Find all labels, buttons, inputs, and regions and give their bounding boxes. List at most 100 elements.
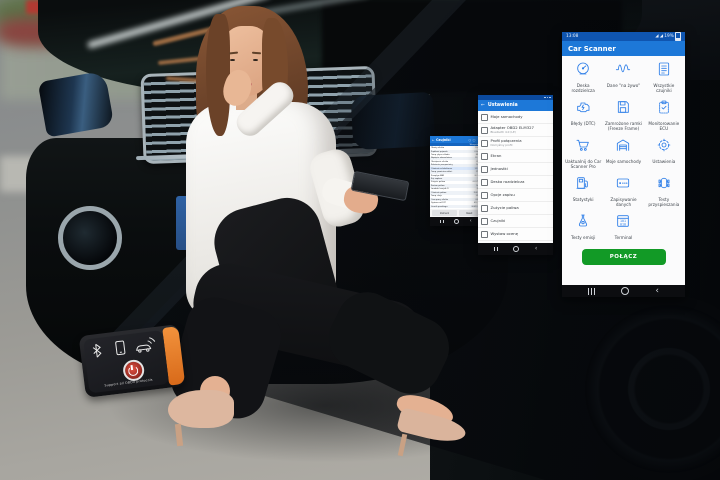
adapter-icon xyxy=(481,127,488,134)
home-icon[interactable] xyxy=(454,219,459,224)
tile-label: Statystyki xyxy=(571,197,595,202)
settings-item-record[interactable]: Opcje zapisu xyxy=(478,189,553,202)
tile-sensor-list[interactable]: Wszystkie czujniki xyxy=(644,61,684,93)
display-icon[interactable]: ▢ xyxy=(473,138,476,142)
tile-emission[interactable]: Testy emisji xyxy=(563,213,603,240)
sensor-name: Przepływ MAF xyxy=(431,175,444,177)
settings-screen: ← Ustawienia Moje samochodyAdapter OBD2 … xyxy=(478,95,553,255)
fuel-pump-icon xyxy=(575,175,591,195)
tile-label: Dane "na żywo" xyxy=(605,83,641,88)
settings-item-sensor[interactable]: Czujniki xyxy=(478,215,553,228)
sensor-row[interactable]: Licznik przebiegu86420 km xyxy=(430,205,482,208)
units-icon xyxy=(481,166,488,173)
bluetooth-icon: ◢ xyxy=(655,34,658,39)
sensor-name: Temp. płynu chłodn. xyxy=(431,154,450,156)
app-bar: Car Scanner xyxy=(562,41,685,56)
reset-button[interactable]: Reset xyxy=(459,210,480,216)
garage-icon xyxy=(481,114,488,121)
tile-cart[interactable]: Uaktualnij do Car Scanner Pro xyxy=(563,137,603,169)
settings-item-adapter[interactable]: Adapter OBD2 ELM327Bluetooth 4.0 (LE) xyxy=(478,124,553,137)
settings-item-units[interactable]: Jednostki xyxy=(478,163,553,176)
tile-gear[interactable]: Ustawienia xyxy=(644,137,684,169)
headlight-left xyxy=(38,71,115,138)
sensors-header: ← Czujniki ○ ▢ ⋮ xyxy=(430,136,482,143)
freeze-frame-icon xyxy=(615,99,631,119)
cart-icon xyxy=(575,137,591,157)
status-dot xyxy=(549,97,551,99)
car-icon xyxy=(481,140,488,147)
car-signal-icon xyxy=(135,337,155,352)
sensors-screen: ← Czujniki ○ ▢ ⋮ Wszystkie Obroty silnik… xyxy=(430,136,482,226)
settings-item-label: Moje samochody xyxy=(491,115,523,119)
settings-item-subtitle: Bluetooth 4.0 (LE) xyxy=(491,131,534,134)
tile-label: Testy przyspieszania xyxy=(644,197,684,208)
tile-label: Moje samochody xyxy=(604,159,642,164)
tile-label: Testy emisji xyxy=(569,235,596,240)
signal-icon: ◢ xyxy=(660,34,663,39)
back-icon[interactable]: ‹ xyxy=(535,247,537,251)
back-icon[interactable]: ‹ xyxy=(470,220,472,223)
sensor-name: Obciążenie silnika xyxy=(431,161,448,163)
feature-grid: Deska rozdzielczaDane "na żywo"Wszystkie… xyxy=(562,56,685,240)
ecu-monitor-icon xyxy=(656,99,672,119)
sensor-name: Czas pracy silnika xyxy=(431,199,448,201)
settings-item-label: Wystaw ocenę xyxy=(491,232,519,236)
settings-item-star[interactable]: Wystaw ocenę xyxy=(478,228,553,241)
sensor-name: Położenie przepustnicy xyxy=(431,164,453,166)
recents-icon[interactable] xyxy=(588,288,595,295)
home-icon[interactable] xyxy=(513,246,519,252)
main-content: Deska rozdzielczaDane "na żywo"Wszystkie… xyxy=(562,56,685,285)
recents-icon[interactable] xyxy=(494,247,498,251)
acceleration-icon xyxy=(656,175,672,195)
tile-label: Zamrożone ramki (Freeze Frame) xyxy=(603,121,643,132)
settings-item-screen[interactable]: Ekran xyxy=(478,150,553,163)
statusbar: 13:08 ◢ ◢ 19% xyxy=(562,32,685,41)
android-navbar: ‹ xyxy=(478,243,553,255)
connect-button[interactable]: POŁĄCZ xyxy=(582,249,666,265)
settings-item-gauge[interactable]: Deska rozdzielcza xyxy=(478,176,553,189)
tile-label: Uaktualnij do Car Scanner Pro xyxy=(563,159,603,170)
settings-item-subtitle: Domyślny profil xyxy=(491,144,522,147)
tile-gauge[interactable]: Deska rozdzielcza xyxy=(563,61,603,93)
select-button[interactable]: Zaznacz xyxy=(432,210,457,216)
home-icon[interactable] xyxy=(621,287,630,296)
engine-icon xyxy=(575,99,591,119)
search-icon[interactable]: ○ xyxy=(469,138,472,142)
hair-front xyxy=(206,14,230,136)
record-icon xyxy=(481,192,488,199)
settings-item-garage[interactable]: Moje samochody xyxy=(478,111,553,124)
tile-acceleration[interactable]: Testy przyspieszania xyxy=(644,175,684,207)
tile-freeze-frame[interactable]: Zamrożone ramki (Freeze Frame) xyxy=(603,99,643,131)
fuel-icon xyxy=(481,205,488,212)
waveform-icon xyxy=(615,61,631,81)
sensor-name: Poziom paliwa xyxy=(431,185,444,187)
recents-icon[interactable] xyxy=(440,220,443,223)
sensor-name: Obroty silnika xyxy=(431,147,444,149)
back-icon[interactable]: ← xyxy=(432,138,435,142)
tile-data-record[interactable]: Zapisywanie danych xyxy=(603,175,643,207)
promo-image: Support all OBDII protocols ← Czujniki ○… xyxy=(0,0,720,480)
back-icon[interactable]: ← xyxy=(481,103,485,108)
terminal-icon: 101010 xyxy=(615,213,631,233)
tile-ecu-monitor[interactable]: Monitorowanie ECU xyxy=(644,99,684,131)
sensor-name: Dystans od DTC xyxy=(431,202,446,204)
car-scanner-main-screen: 13:08 ◢ ◢ 19% Car Scanner Deska rozdziel… xyxy=(562,32,685,297)
tile-fuel-pump[interactable]: Statystyki xyxy=(563,175,603,207)
tile-engine[interactable]: Błędy (DTC) xyxy=(563,99,603,131)
settings-list: Moje samochody Adapter OBD2 ELM327Bluetoo… xyxy=(478,111,553,255)
settings-item-label: Zużycie paliwa xyxy=(491,206,519,210)
status-time: 13:08 xyxy=(566,34,578,39)
settings-item-label: Deska rozdzielcza xyxy=(491,180,525,184)
tile-terminal[interactable]: 101010Terminal xyxy=(603,213,643,240)
battery-icon xyxy=(675,32,681,41)
star-icon xyxy=(481,231,488,238)
tile-garage[interactable]: Moje samochody xyxy=(603,137,643,169)
obd2-dongle: Support all OBDII protocols xyxy=(79,324,186,398)
back-icon[interactable]: ‹ xyxy=(655,288,659,294)
tile-waveform[interactable]: Dane "na żywo" xyxy=(603,61,643,93)
settings-item-fuel[interactable]: Zużycie paliwa xyxy=(478,202,553,215)
settings-item-car[interactable]: Profil połączeniaDomyślny profil xyxy=(478,137,553,150)
sensor-list-icon xyxy=(656,61,672,81)
sensors-title: Czujniki xyxy=(436,138,467,142)
sensors-buttons: Zaznacz Reset xyxy=(430,209,482,217)
